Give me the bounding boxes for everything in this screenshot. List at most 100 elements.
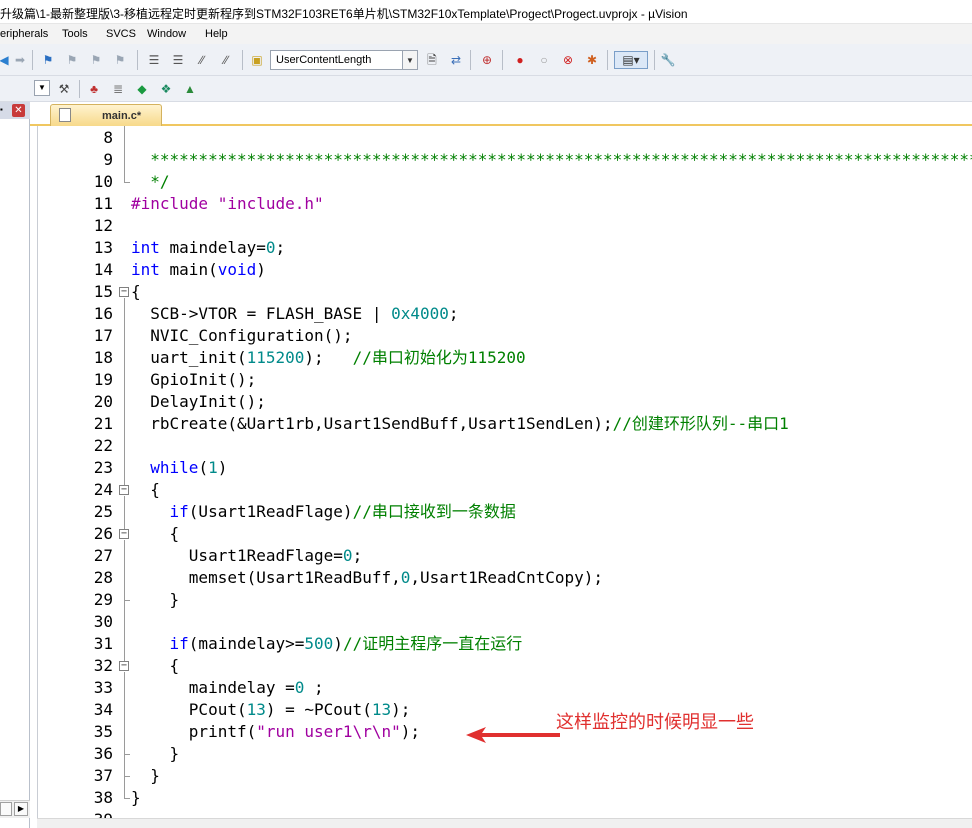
menu-svcs[interactable]: SVCS (106, 28, 136, 40)
fold-guide-line (124, 126, 125, 182)
pack-installer-icon[interactable]: ▲ (182, 81, 198, 97)
code-line[interactable]: uart_init(115200); //串口初始化为115200 (131, 347, 525, 369)
code-editor[interactable]: 8 9 *************************************… (37, 126, 972, 828)
code-line[interactable]: } (131, 589, 180, 611)
code-line[interactable]: } (131, 787, 141, 809)
fold-guide-line (124, 496, 125, 529)
code-line[interactable]: maindelay =0 ; (131, 677, 324, 699)
fold-toggle-minus-icon[interactable]: − (119, 661, 129, 671)
code-line[interactable]: { (131, 479, 160, 501)
menu-bar: eripherals Tools SVCS Window Help (0, 24, 972, 44)
menu-peripherals[interactable]: eripherals (0, 28, 48, 40)
menu-tools[interactable]: Tools (62, 28, 88, 40)
scroll-right-arrow-icon[interactable]: ▶ (14, 802, 28, 816)
toolbar-separator (654, 50, 655, 70)
menu-help[interactable]: Help (205, 28, 228, 40)
unindent-icon[interactable]: ☰ (170, 52, 186, 68)
pin-icon[interactable]: ▪ (0, 105, 8, 115)
fold-toggle-minus-icon[interactable]: − (119, 529, 129, 539)
navigate-forward-icon[interactable]: ➡ (12, 52, 28, 68)
line-number: 17 (93, 326, 113, 345)
code-line[interactable]: int maindelay=0; (131, 237, 285, 259)
uncomment-selection-icon[interactable]: ∕∕ (218, 52, 234, 68)
line-number: 8 (103, 128, 113, 147)
insert-breakpoint-icon[interactable]: ● (512, 52, 528, 68)
line-number: 22 (93, 436, 113, 455)
code-line[interactable]: } (131, 765, 160, 787)
find-dropdown-value: UserContentLength (276, 54, 372, 66)
incremental-find-icon[interactable]: ⇄ (448, 52, 464, 68)
line-number: 18 (93, 348, 113, 367)
code-line[interactable]: int main(void) (131, 259, 266, 281)
find-icon[interactable]: 🗎 (424, 52, 440, 68)
find-dropdown[interactable]: UserContentLength ▼ (270, 50, 418, 70)
code-line[interactable]: GpioInit(); (131, 369, 256, 391)
code-line[interactable]: PCout(13) = ~PCout(13); (131, 699, 411, 721)
code-line[interactable]: if(Usart1ReadFlage)//串口接收到一条数据 (131, 501, 516, 523)
line-number: 36 (93, 744, 113, 763)
line-number: 20 (93, 392, 113, 411)
line-number: 14 (93, 260, 113, 279)
indent-icon[interactable]: ☰ (146, 52, 162, 68)
find-in-files-icon[interactable]: ▣ (249, 52, 265, 68)
tab-main-c[interactable]: main.c* (50, 104, 162, 126)
navigate-back-icon[interactable]: ◀ (0, 52, 12, 68)
previous-bookmark-icon[interactable]: ⚑ (64, 52, 80, 68)
code-line[interactable]: { (131, 523, 180, 545)
insert-bookmark-icon[interactable]: ⚑ (40, 52, 56, 68)
toolbar-separator (32, 50, 33, 70)
code-line[interactable]: ****************************************… (131, 149, 972, 171)
code-line[interactable]: if(maindelay>=500)//证明主程序一直在运行 (131, 633, 523, 655)
fold-toggle-minus-icon[interactable]: − (119, 485, 129, 495)
manage-project-icon[interactable]: ♣ (86, 81, 102, 97)
toolbar-separator (242, 50, 243, 70)
code-line[interactable]: Usart1ReadFlage=0; (131, 545, 362, 567)
chevron-down-icon[interactable]: ▼ (34, 80, 50, 96)
window-layout-icon[interactable]: ▤▾ (614, 51, 648, 69)
scroll-left-button[interactable] (0, 802, 12, 816)
line-number: 28 (93, 568, 113, 587)
line-number: 13 (93, 238, 113, 257)
project-panel: ▪ ✕ ▶ (0, 102, 30, 828)
code-line[interactable]: printf("run user1\r\n"); (131, 721, 420, 743)
next-bookmark-icon[interactable]: ⚑ (88, 52, 104, 68)
comment-selection-icon[interactable]: ∕∕ (194, 52, 210, 68)
fold-guide-line (124, 298, 125, 485)
line-number: 30 (93, 612, 113, 631)
code-line[interactable]: SCB->VTOR = FLASH_BASE | 0x4000; (131, 303, 458, 325)
enable-breakpoint-icon[interactable]: ○ (536, 52, 552, 68)
code-line[interactable]: #include "include.h" (131, 193, 324, 215)
code-line[interactable]: NVIC_Configuration(); (131, 325, 352, 347)
menu-window[interactable]: Window (147, 28, 186, 40)
editor-horizontal-scrollbar[interactable] (37, 818, 972, 828)
code-line[interactable]: DelayInit(); (131, 391, 266, 413)
kill-breakpoints-icon[interactable]: ✱ (584, 52, 600, 68)
manage-multi-project-icon[interactable]: ≣ (110, 81, 126, 97)
line-number: 24 (93, 480, 113, 499)
disable-breakpoints-icon[interactable]: ⊗ (560, 52, 576, 68)
fold-guide-line (124, 600, 125, 661)
line-number: 25 (93, 502, 113, 521)
start-debug-icon[interactable]: ⊕ (479, 52, 495, 68)
run-time-environment-icon[interactable]: ❖ (158, 81, 174, 97)
code-line[interactable]: */ (131, 171, 169, 193)
code-line[interactable]: } (131, 743, 180, 765)
clear-bookmarks-icon[interactable]: ⚑ (112, 52, 128, 68)
toolbar-separator (137, 50, 138, 70)
code-line[interactable]: { (131, 281, 141, 303)
code-line[interactable]: { (131, 655, 180, 677)
line-number: 35 (93, 722, 113, 741)
code-line[interactable]: while(1) (131, 457, 227, 479)
code-line[interactable]: rbCreate(&Uart1rb,Usart1SendBuff,Usart1S… (131, 413, 789, 435)
code-line[interactable]: memset(Usart1ReadBuff,0,Usart1ReadCntCop… (131, 567, 603, 589)
select-packs-icon[interactable]: ◆ (134, 81, 150, 97)
close-icon[interactable]: ✕ (12, 104, 25, 117)
configure-icon[interactable]: 🔧 (660, 52, 676, 68)
chevron-down-icon[interactable]: ▼ (402, 51, 417, 69)
project-panel-scrollbar[interactable]: ▶ (0, 800, 30, 818)
fold-toggle-minus-icon[interactable]: − (119, 287, 129, 297)
annotation-text: 这样监控的时候明显一些 (556, 712, 754, 733)
title-bar: 升级篇\1-最新整理版\3-移植远程定时更新程序到STM32F103RET6单片… (0, 0, 972, 24)
target-options-icon[interactable]: ⚒ (56, 81, 72, 97)
line-number: 31 (93, 634, 113, 653)
